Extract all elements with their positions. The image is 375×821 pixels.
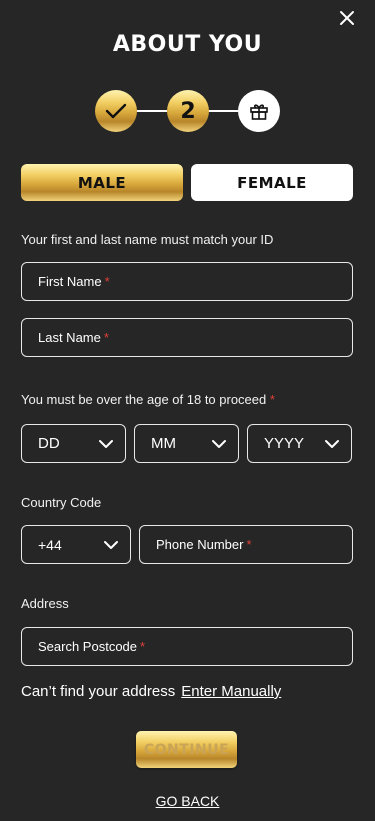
country-code-label: Country Code [21, 495, 102, 510]
required-mark: * [104, 274, 110, 289]
stepper-connector [137, 110, 167, 112]
enter-manually-link[interactable]: Enter Manually [181, 683, 281, 700]
age-hint-text: You must be over the age of 18 to procee… [21, 392, 267, 407]
chevron-down-icon [99, 439, 113, 448]
gift-icon [250, 104, 268, 120]
first-name-placeholder: First Name [38, 274, 102, 289]
continue-button[interactable]: CONTINUE [136, 731, 237, 768]
day-value: DD [38, 435, 60, 452]
chevron-down-icon [104, 540, 118, 549]
country-code-select[interactable]: +44 [21, 525, 131, 564]
cant-find-text: Can’t find your address [21, 683, 176, 700]
country-code-value: +44 [38, 536, 62, 553]
required-mark: * [269, 392, 275, 407]
phone-placeholder: Phone Number [156, 537, 244, 552]
first-name-field[interactable]: First Name * [21, 262, 353, 301]
chevron-down-icon [325, 439, 339, 448]
close-icon[interactable] [338, 9, 356, 27]
required-mark: * [246, 537, 252, 552]
month-select[interactable]: MM [134, 424, 239, 463]
postcode-search-field[interactable]: Search Postcode * [21, 627, 353, 666]
address-label: Address [21, 596, 69, 611]
required-mark: * [140, 639, 146, 654]
day-select[interactable]: DD [21, 424, 126, 463]
last-name-field[interactable]: Last Name * [21, 318, 353, 357]
postcode-placeholder: Search Postcode [38, 639, 138, 654]
stepper-connector [208, 110, 238, 112]
chevron-down-icon [212, 439, 226, 448]
month-value: MM [151, 435, 176, 452]
year-select[interactable]: YYYY [247, 424, 352, 463]
age-hint: You must be over the age of 18 to procee… [21, 392, 275, 407]
check-icon [105, 103, 127, 119]
name-hint: Your first and last name must match your… [21, 232, 274, 247]
required-mark: * [103, 330, 109, 345]
go-back-link[interactable]: GO BACK [0, 793, 375, 809]
step-2-current: 2 [167, 90, 209, 132]
last-name-placeholder: Last Name [38, 330, 101, 345]
phone-number-field[interactable]: Phone Number * [139, 525, 353, 564]
step-1-complete [95, 90, 137, 132]
male-button[interactable]: MALE [21, 164, 183, 201]
page-title: ABOUT YOU [112, 32, 263, 57]
progress-stepper: 2 [95, 90, 280, 132]
manual-address-row: Can’t find your address Enter Manually [21, 683, 281, 700]
female-button[interactable]: FEMALE [191, 164, 353, 201]
step-number: 2 [180, 98, 196, 124]
gender-toggle: MALE FEMALE [21, 164, 353, 201]
step-3-upcoming [238, 90, 280, 132]
year-value: YYYY [264, 435, 305, 452]
